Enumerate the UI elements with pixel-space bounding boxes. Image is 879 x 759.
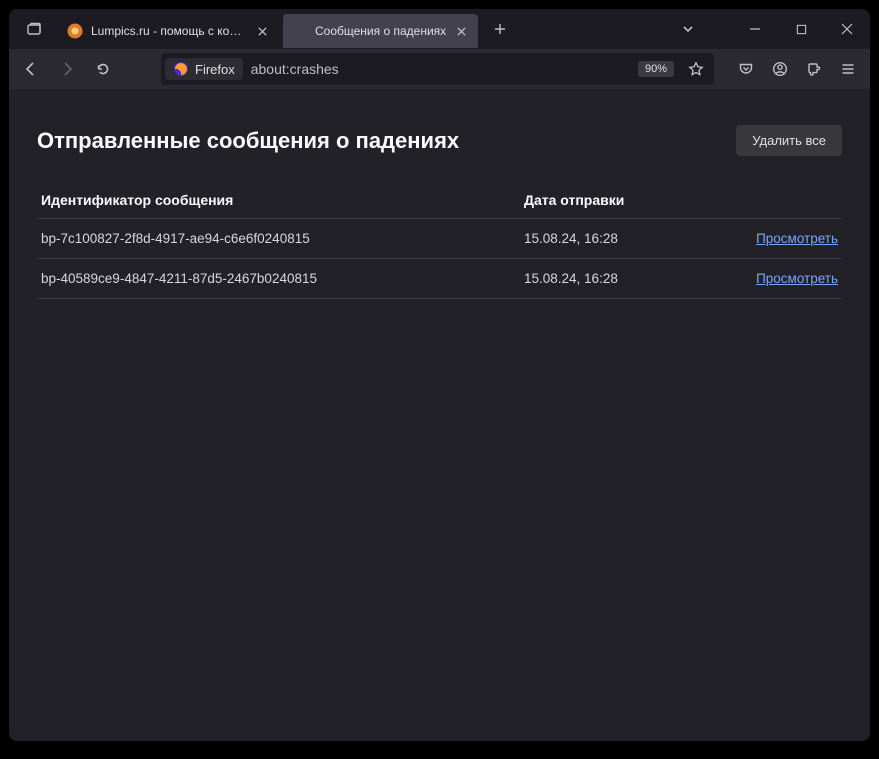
column-header-date: Дата отправки [520, 182, 721, 219]
delete-all-button[interactable]: Удалить все [736, 125, 842, 156]
page-content: Отправленные сообщения о падениях Удалит… [9, 89, 870, 741]
report-date: 15.08.24, 16:28 [520, 259, 721, 299]
reload-button[interactable] [87, 53, 119, 85]
close-window-button[interactable] [824, 9, 870, 49]
menu-icon[interactable] [832, 53, 864, 85]
lumpics-favicon [67, 23, 83, 39]
pocket-icon[interactable] [730, 53, 762, 85]
firefox-logo-icon [173, 61, 189, 77]
table-row: bp-40589ce9-4847-4211-87d5-2467b0240815 … [37, 259, 842, 299]
back-button[interactable] [15, 53, 47, 85]
table-row: bp-7c100827-2f8d-4917-ae94-c6e6f0240815 … [37, 219, 842, 259]
column-header-action [721, 182, 842, 219]
close-icon[interactable] [253, 22, 271, 40]
account-icon[interactable] [764, 53, 796, 85]
tab-label: Сообщения о падениях [315, 24, 446, 38]
tab-crashes[interactable]: Сообщения о падениях [283, 14, 478, 48]
bookmark-star-icon[interactable] [682, 55, 710, 83]
report-id: bp-7c100827-2f8d-4917-ae94-c6e6f0240815 [37, 219, 520, 259]
forward-button[interactable] [51, 53, 83, 85]
tab-overview-button[interactable] [17, 12, 51, 46]
browser-window: Lumpics.ru - помощь с компь Сообщения о … [9, 9, 870, 741]
report-date: 15.08.24, 16:28 [520, 219, 721, 259]
zoom-indicator[interactable]: 90% [638, 61, 674, 77]
extensions-icon[interactable] [798, 53, 830, 85]
new-tab-button[interactable] [486, 15, 514, 43]
minimize-button[interactable] [732, 9, 778, 49]
crash-reports-table: Идентификатор сообщения Дата отправки bp… [37, 182, 842, 299]
tab-label: Lumpics.ru - помощь с компь [91, 24, 247, 38]
column-header-id: Идентификатор сообщения [37, 182, 520, 219]
view-link[interactable]: Просмотреть [756, 231, 838, 246]
address-bar[interactable]: Firefox about:crashes 90% [161, 53, 714, 85]
view-link[interactable]: Просмотреть [756, 271, 838, 286]
report-id: bp-40589ce9-4847-4211-87d5-2467b0240815 [37, 259, 520, 299]
header-row: Отправленные сообщения о падениях Удалит… [37, 125, 842, 156]
url-text: about:crashes [251, 61, 638, 77]
title-bar: Lumpics.ru - помощь с компь Сообщения о … [9, 9, 870, 49]
list-all-tabs-button[interactable] [672, 13, 704, 45]
close-icon[interactable] [452, 22, 470, 40]
navigation-toolbar: Firefox about:crashes 90% [9, 49, 870, 89]
identity-box[interactable]: Firefox [165, 58, 243, 80]
identity-label: Firefox [195, 62, 235, 77]
page-title: Отправленные сообщения о падениях [37, 128, 459, 154]
maximize-button[interactable] [778, 9, 824, 49]
tab-lumpics[interactable]: Lumpics.ru - помощь с компь [59, 14, 279, 48]
toolbar-right [730, 53, 864, 85]
tabs-area: Lumpics.ru - помощь с компь Сообщения о … [9, 10, 514, 48]
